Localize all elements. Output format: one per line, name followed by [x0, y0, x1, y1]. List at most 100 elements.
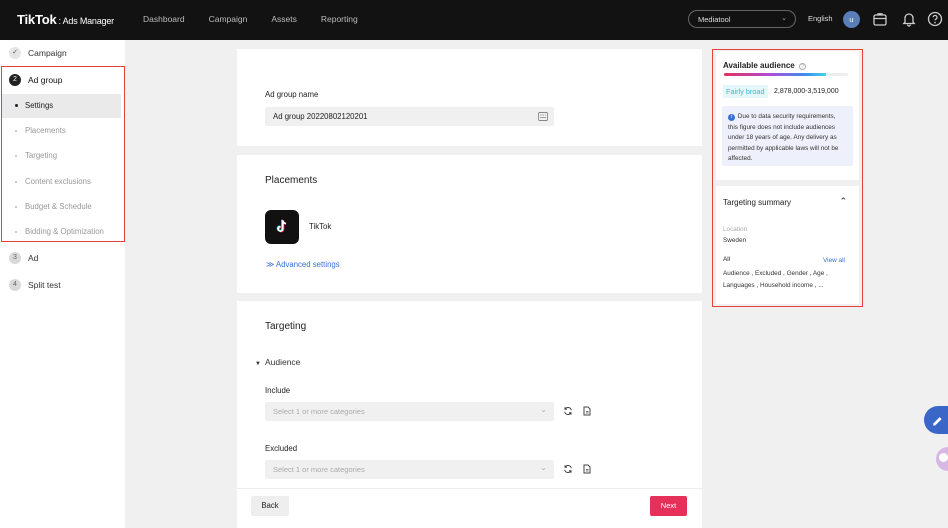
- ad-group-name-input[interactable]: Ad group 20220802120201: [265, 107, 554, 126]
- audience-meter-fill: [724, 73, 826, 76]
- info-icon: i: [728, 114, 735, 121]
- top-bar: TikTok: Ads Manager Dashboard Campaign A…: [0, 0, 948, 40]
- sidebar-item-bidding-optimization[interactable]: Bidding & Optimization: [2, 220, 121, 244]
- targeting-summary-panel: Targeting summary ⌃ Location Sweden All …: [716, 186, 859, 304]
- excluded-select[interactable]: Select 1 or more categories ⌄: [265, 460, 554, 479]
- placement-tiktok-label: TikTok: [309, 222, 332, 231]
- chat-icon: [939, 453, 948, 462]
- refresh-icon[interactable]: [563, 406, 573, 416]
- edit-icon: [933, 417, 942, 426]
- step-number: 2: [9, 74, 21, 86]
- caret-down-icon: ▼: [255, 361, 261, 367]
- excluded-label: Excluded: [265, 444, 298, 453]
- audience-range: 2,878,000-3,519,000: [774, 88, 839, 95]
- bullet: [15, 206, 17, 208]
- targeting-summary-title: Targeting summary: [723, 198, 792, 207]
- tiktok-placement-logo: [265, 210, 299, 244]
- summary-line-1: Audience , Excluded , Gender , Age ,: [723, 270, 828, 277]
- bell-icon[interactable]: [901, 11, 917, 27]
- data-security-note: i Due to data security requirements, thi…: [722, 106, 853, 166]
- ad-group-name-label: Ad group name: [265, 90, 319, 99]
- sidebar-item-placements[interactable]: Placements: [2, 119, 121, 143]
- help-icon[interactable]: [927, 11, 943, 27]
- account-selector[interactable]: Mediatool ⌄: [688, 10, 796, 28]
- main-nav: Dashboard Campaign Assets Reporting: [143, 14, 382, 24]
- placements-card: Placements TikTok ≫ Advanced settings: [237, 155, 702, 293]
- sidebar-item-label: Settings: [25, 101, 54, 110]
- sidebar-step-split-test[interactable]: 4 Split test: [9, 279, 61, 291]
- chevron-down-icon: ⌄: [540, 463, 547, 472]
- floating-assistant-button[interactable]: [924, 406, 948, 434]
- sidebar-item-settings[interactable]: Settings: [2, 94, 121, 118]
- nav-dashboard[interactable]: Dashboard: [143, 14, 185, 24]
- step-label: Split test: [28, 280, 61, 290]
- audience-toggle[interactable]: ▼ Audience: [255, 357, 300, 367]
- placements-title: Placements: [265, 175, 318, 186]
- sidebar-item-label: Targeting: [25, 151, 58, 160]
- chevron-down-icon: ⌄: [781, 15, 787, 22]
- view-all-link[interactable]: View all: [823, 257, 845, 264]
- refresh-icon[interactable]: [563, 464, 573, 474]
- summary-line-2: Languages , Household income , ...: [723, 282, 824, 289]
- check-icon: ✓: [9, 47, 21, 59]
- logo-text: TikTok: [17, 12, 57, 27]
- bullet: [15, 231, 17, 233]
- advanced-settings-link[interactable]: ≫ Advanced settings: [266, 260, 340, 269]
- bullet: [15, 155, 17, 157]
- nav-assets[interactable]: Assets: [271, 14, 297, 24]
- floating-chat-button[interactable]: [936, 447, 948, 471]
- data-security-note-text: Due to data security requirements, this …: [728, 113, 839, 162]
- sidebar-step-campaign[interactable]: ✓ Campaign: [9, 47, 67, 59]
- targeting-title: Targeting: [265, 321, 307, 332]
- audience-breadth-badge: Fairly broad: [723, 85, 768, 98]
- step-label: Campaign: [28, 48, 67, 58]
- back-button[interactable]: Back: [251, 496, 289, 516]
- sidebar-step-ad[interactable]: 3 Ad: [9, 252, 38, 264]
- ad-group-name-value: Ad group 20220802120201: [273, 112, 368, 121]
- tiktok-ads-logo[interactable]: TikTok: Ads Manager: [17, 12, 114, 27]
- chevron-up-icon[interactable]: ⌃: [839, 196, 847, 207]
- info-icon[interactable]: ?: [798, 63, 806, 70]
- ad-group-name-card: Ad group name Ad group 20220802120201: [237, 49, 702, 146]
- sidebar-item-budget-schedule[interactable]: Budget & Schedule: [2, 195, 121, 219]
- tiktok-icon: [276, 219, 287, 233]
- location-label: Location: [723, 226, 748, 233]
- nav-campaign[interactable]: Campaign: [209, 14, 248, 24]
- available-audience-title: Available audience ?: [723, 61, 806, 70]
- location-value: Sweden: [723, 237, 747, 244]
- sidebar-item-targeting[interactable]: Targeting: [2, 144, 121, 168]
- sidebar-step-ad-group[interactable]: 2 Ad group: [9, 74, 63, 86]
- audience-meter: [724, 73, 848, 76]
- sidebar-item-label: Placements: [25, 126, 66, 135]
- sidebar: ✓ Campaign 2 Ad group Settings Placement…: [0, 40, 125, 528]
- available-audience-label: Available audience: [723, 61, 795, 70]
- step-number: 4: [9, 279, 21, 291]
- include-placeholder: Select 1 or more categories: [273, 407, 365, 416]
- sidebar-item-label: Bidding & Optimization: [25, 227, 104, 236]
- sidebar-item-label: Budget & Schedule: [25, 202, 92, 211]
- document-icon[interactable]: [582, 406, 592, 416]
- chevron-down-icon: ⌄: [540, 405, 547, 414]
- logo-product: : Ads Manager: [58, 16, 115, 26]
- include-select[interactable]: Select 1 or more categories ⌄: [265, 402, 554, 421]
- sidebar-item-label: Content exclusions: [25, 177, 91, 186]
- advanced-settings-label: Advanced settings: [275, 260, 340, 269]
- briefcase-icon[interactable]: [872, 11, 888, 27]
- nav-reporting[interactable]: Reporting: [321, 14, 358, 24]
- sidebar-item-content-exclusions[interactable]: Content exclusions: [2, 170, 121, 194]
- account-name: Mediatool: [698, 15, 731, 24]
- audience-label: Audience: [264, 357, 301, 367]
- document-icon[interactable]: [582, 464, 592, 474]
- step-label: Ad: [28, 253, 39, 263]
- next-button[interactable]: Next: [650, 496, 687, 516]
- bullet: [15, 181, 17, 183]
- available-audience-panel: Available audience ? Fairly broad 2,878,…: [716, 51, 859, 180]
- step-number: 3: [9, 252, 21, 264]
- bullet: [15, 104, 18, 107]
- keyboard-icon[interactable]: [538, 112, 548, 121]
- avatar[interactable]: u: [843, 11, 860, 28]
- footer-bar: [237, 488, 702, 528]
- all-label: All: [723, 256, 731, 263]
- language-selector[interactable]: English: [808, 14, 833, 23]
- double-chevron-down-icon: ≫: [266, 260, 275, 269]
